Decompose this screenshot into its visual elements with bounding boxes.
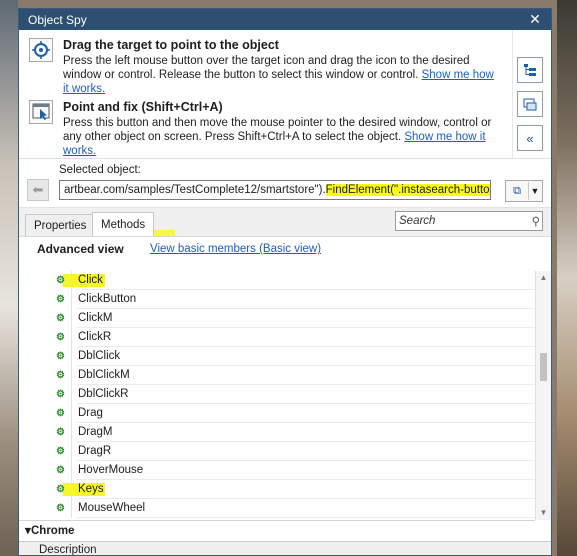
- method-icon: ⚙: [56, 427, 65, 438]
- method-icon: ⚙: [56, 275, 65, 286]
- title-bar: Object Spy ✕: [19, 9, 551, 30]
- list-item[interactable]: ⚙ DragM: [19, 423, 535, 442]
- object-spy-window: Object Spy ✕ Drag the target to point to…: [18, 8, 552, 556]
- view-header: Advanced view View basic members (Basic …: [19, 236, 551, 261]
- object-browser-icon[interactable]: [517, 91, 543, 117]
- close-icon[interactable]: ✕: [527, 11, 543, 27]
- scrollbar[interactable]: ▲ ▼: [535, 271, 551, 520]
- crosshair-icon[interactable]: [29, 38, 53, 62]
- scroll-thumb[interactable]: [540, 353, 547, 381]
- group-header[interactable]: ▾ Chrome: [19, 520, 535, 539]
- selected-object-area: ⬅ Selected object: artbear.com/samples/T…: [19, 159, 551, 207]
- copy-icon: ⧉: [513, 184, 521, 197]
- method-icon: ⚙: [56, 313, 65, 324]
- search-icon[interactable]: ⚲: [532, 213, 540, 231]
- method-icon: ⚙: [56, 503, 65, 514]
- row-divider: [77, 517, 535, 518]
- method-label: Click: [78, 274, 103, 286]
- list-item[interactable]: ⚙ MouseWheel: [19, 499, 535, 518]
- mode-description: Press this button and then move the mous…: [63, 117, 492, 157]
- tab-properties[interactable]: Properties: [25, 214, 96, 236]
- tabs-row: Properties Methods Search ⚲: [19, 207, 551, 239]
- description-label: Description: [39, 544, 97, 556]
- vertical-separator: [512, 30, 513, 158]
- highlighted-text: FindElement(".instasearch-button"): [325, 184, 490, 196]
- window-title: Object Spy: [28, 12, 87, 27]
- scroll-down-icon[interactable]: ▼: [536, 506, 551, 520]
- tab-methods[interactable]: Methods: [92, 212, 155, 236]
- method-label: DblClickM: [78, 369, 130, 381]
- method-label: ClickR: [78, 331, 112, 343]
- chevron-down-icon[interactable]: ▼: [528, 182, 541, 200]
- method-label: MouseWheel: [78, 502, 146, 514]
- basic-view-link[interactable]: View basic members (Basic view): [150, 243, 321, 255]
- method-icon: ⚙: [56, 351, 65, 362]
- list-item[interactable]: ⚙ DblClickR: [19, 385, 535, 404]
- selected-object-label: Selected object:: [59, 164, 141, 176]
- method-icon: ⚙: [56, 332, 65, 343]
- list-item[interactable]: ⚙ ClickR: [19, 328, 535, 347]
- method-list: ⚙ Click ⚙ ClickButton ⚙ ClickM ⚙ ClickR ⚙ DblClic…: [19, 271, 535, 520]
- selected-object-field[interactable]: artbear.com/samples/TestComplete12/smart…: [59, 180, 491, 200]
- collapse-icon[interactable]: «: [517, 125, 543, 151]
- view-title: Advanced view: [37, 242, 124, 256]
- list-item[interactable]: ⚙ HoverMouse: [19, 461, 535, 480]
- point-and-fix-icon[interactable]: [29, 100, 53, 124]
- method-icon: ⚙: [56, 465, 65, 476]
- copy-button[interactable]: ⧉ ▼: [505, 180, 543, 202]
- list-item[interactable]: ⚙ Click: [19, 271, 535, 290]
- list-item[interactable]: ⚙ DblClick: [19, 347, 535, 366]
- method-label: DblClick: [78, 350, 121, 362]
- method-icon: ⚙: [56, 389, 65, 400]
- description-panel: Description: [19, 541, 551, 556]
- method-label: DblClickR: [78, 388, 129, 400]
- object-tree-icon[interactable]: [517, 57, 543, 83]
- method-icon: ⚙: [56, 408, 65, 419]
- group-label: ▾ Chrome: [25, 525, 75, 537]
- method-icon: ⚙: [56, 294, 65, 305]
- spy-modes-area: Drag the target to point to the object P…: [19, 30, 551, 159]
- list-item[interactable]: ⚙ ClickM: [19, 309, 535, 328]
- method-label: Drag: [78, 407, 103, 419]
- method-label: ClickM: [78, 312, 113, 324]
- scroll-up-icon[interactable]: ▲: [536, 271, 551, 285]
- search-input[interactable]: Search ⚲: [395, 211, 543, 231]
- list-item[interactable]: ⚙ ClickButton: [19, 290, 535, 309]
- list-item[interactable]: ⚙ Drag: [19, 404, 535, 423]
- list-item[interactable]: ⚙ DblClickM: [19, 366, 535, 385]
- method-icon: ⚙: [56, 370, 65, 381]
- mode-description: Press the left mouse button over the tar…: [63, 55, 494, 95]
- method-label: HoverMouse: [78, 464, 144, 476]
- method-label: Keys: [78, 483, 104, 495]
- mode-title: Point and fix (Shift+Ctrl+A): [63, 100, 223, 114]
- back-arrow-icon[interactable]: ⬅: [27, 179, 49, 201]
- list-item[interactable]: ⚙ Keys: [19, 480, 535, 499]
- method-icon: ⚙: [56, 484, 65, 495]
- method-label: ClickButton: [78, 293, 137, 305]
- list-item[interactable]: ⚙ DragR: [19, 442, 535, 461]
- mode-title: Drag the target to point to the object: [63, 38, 279, 52]
- background-right: [557, 0, 577, 556]
- background-left: [0, 0, 18, 556]
- method-label: DragR: [78, 445, 112, 457]
- method-label: DragM: [78, 426, 113, 438]
- method-icon: ⚙: [56, 446, 65, 457]
